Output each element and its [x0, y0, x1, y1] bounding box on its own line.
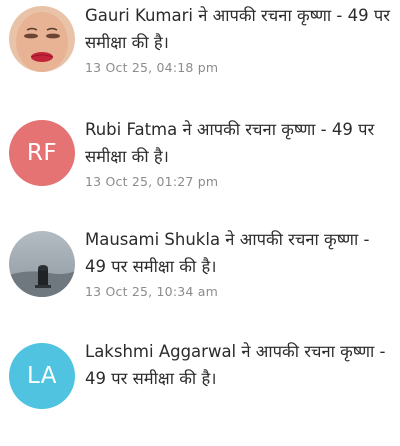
user-name[interactable]: Gauri Kumari: [85, 6, 193, 25]
timestamp: 13 Oct 25, 01:27 pm: [85, 174, 219, 189]
notification-message: Rubi Fatma ने आपकी रचना कृष्णा - 49 पर स…: [85, 116, 395, 170]
avatar-initials: LA: [26, 363, 58, 389]
avatar[interactable]: [9, 231, 75, 297]
notification-item[interactable]: RF Rubi Fatma ने आपकी रचना कृष्णा - 49 प…: [0, 116, 400, 226]
timestamp: 13 Oct 25, 04:18 pm: [85, 60, 219, 75]
user-name[interactable]: Mausami Shukla: [85, 230, 220, 249]
user-photo-icon: [9, 231, 75, 297]
notification-item[interactable]: Gauri Kumari ने आपकी रचना कृष्णा - 49 पर…: [0, 0, 400, 110]
notification-message: Mausami Shukla ने आपकी रचना कृष्णा - 49 …: [85, 226, 395, 280]
timestamp: 13 Oct 25, 10:34 am: [85, 284, 218, 299]
notification-message: Lakshmi Aggarwal ने आपकी रचना कृष्णा - 4…: [85, 338, 395, 392]
avatar[interactable]: RF: [9, 120, 75, 186]
notification-item[interactable]: LA Lakshmi Aggarwal ने आपकी रचना कृष्णा …: [0, 336, 400, 446]
user-name[interactable]: Rubi Fatma: [85, 120, 177, 139]
avatar[interactable]: LA: [9, 343, 75, 409]
notification-message: Gauri Kumari ने आपकी रचना कृष्णा - 49 पर…: [85, 2, 395, 56]
user-photo-icon: [9, 6, 75, 72]
notification-item[interactable]: Mausami Shukla ने आपकी रचना कृष्णा - 49 …: [0, 226, 400, 336]
user-name[interactable]: Lakshmi Aggarwal: [85, 342, 236, 361]
avatar-initials: RF: [26, 140, 58, 166]
avatar[interactable]: [9, 6, 75, 72]
